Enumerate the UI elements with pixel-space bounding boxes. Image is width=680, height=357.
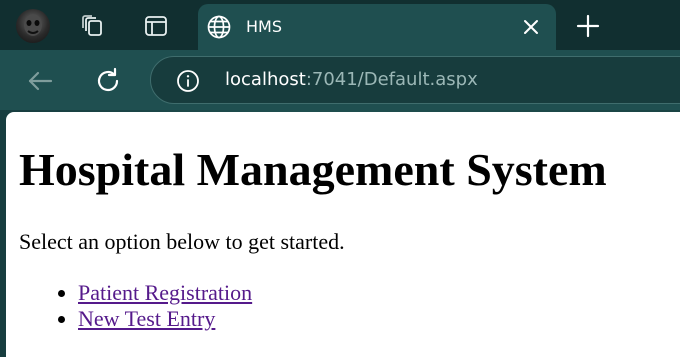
- list-item: New Test Entry: [78, 306, 252, 332]
- intro-text: Select an option below to get started.: [19, 229, 345, 254]
- page-title: Hospital Management System: [19, 144, 607, 195]
- plus-icon[interactable]: [572, 10, 604, 42]
- tab-title: HMS: [246, 17, 282, 36]
- workspaces-icon[interactable]: [76, 9, 110, 43]
- new-test-entry-link[interactable]: New Test Entry: [78, 306, 215, 331]
- url-text[interactable]: localhost:7041/Default.aspx: [225, 69, 478, 90]
- url-path: :7041/Default.aspx: [305, 69, 478, 90]
- browser-window: HMS localhost:7041/Default.aspx Hospital…: [0, 0, 680, 357]
- tab-strip: HMS: [0, 0, 680, 50]
- list-item: Patient Registration: [78, 280, 252, 306]
- address-bar[interactable]: localhost:7041/Default.aspx: [150, 56, 680, 104]
- info-icon[interactable]: [176, 69, 200, 93]
- tab-actions-icon[interactable]: [139, 9, 173, 43]
- page-viewport: Hospital Management System Select an opt…: [6, 112, 680, 357]
- globe-icon: [207, 15, 231, 39]
- url-host: localhost: [225, 69, 306, 90]
- back-icon[interactable]: [24, 65, 56, 97]
- reload-icon[interactable]: [92, 65, 124, 97]
- navigation-toolbar: localhost:7041/Default.aspx: [0, 50, 680, 110]
- patient-registration-link[interactable]: Patient Registration: [78, 280, 252, 305]
- tab-hms[interactable]: HMS: [198, 4, 556, 50]
- option-list: Patient Registration New Test Entry: [19, 280, 252, 332]
- profile-avatar[interactable]: [16, 9, 50, 43]
- close-icon[interactable]: [520, 16, 542, 38]
